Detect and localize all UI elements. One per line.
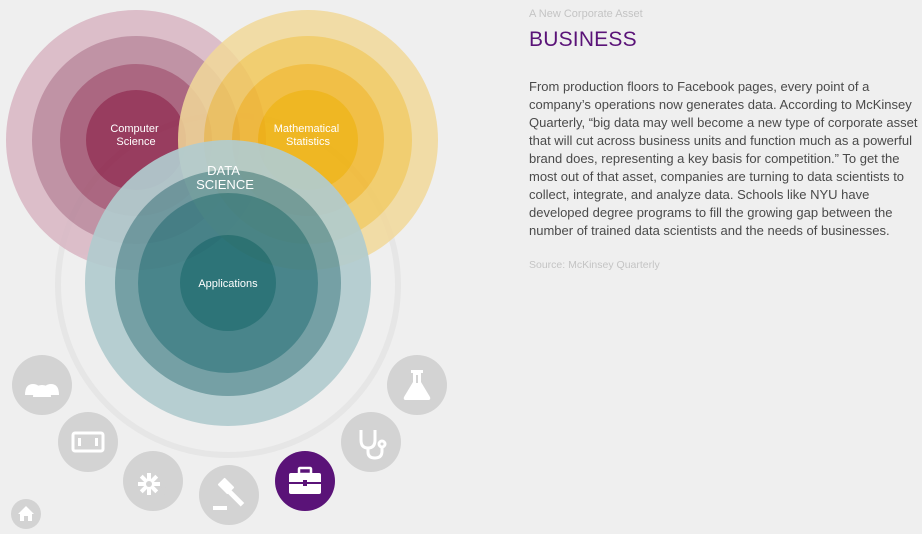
source-credit: Source: McKinsey Quarterly — [529, 259, 660, 271]
info-panel: A New Corporate Asset BUSINESS From prod… — [529, 8, 921, 271]
nav-button-technology[interactable] — [123, 451, 183, 511]
section-eyebrow: A New Corporate Asset — [529, 8, 643, 20]
nav-button-law[interactable] — [199, 465, 259, 525]
nav-button-finance[interactable] — [58, 412, 118, 472]
section-title: BUSINESS — [529, 28, 637, 51]
nav-button-business[interactable] — [275, 451, 335, 511]
label-computer-science: Computer Science — [110, 123, 161, 148]
section-body: From production floors to Facebook pages… — [529, 79, 918, 238]
label-applications: Applications — [198, 278, 258, 290]
nav-button-people[interactable] — [12, 355, 72, 415]
nav-button-health[interactable] — [341, 412, 401, 472]
nav-button-home[interactable] — [11, 499, 41, 529]
nav-button-science[interactable] — [387, 355, 447, 415]
venn-diagram: Computer Science Mathematical Statistics… — [6, 10, 447, 529]
